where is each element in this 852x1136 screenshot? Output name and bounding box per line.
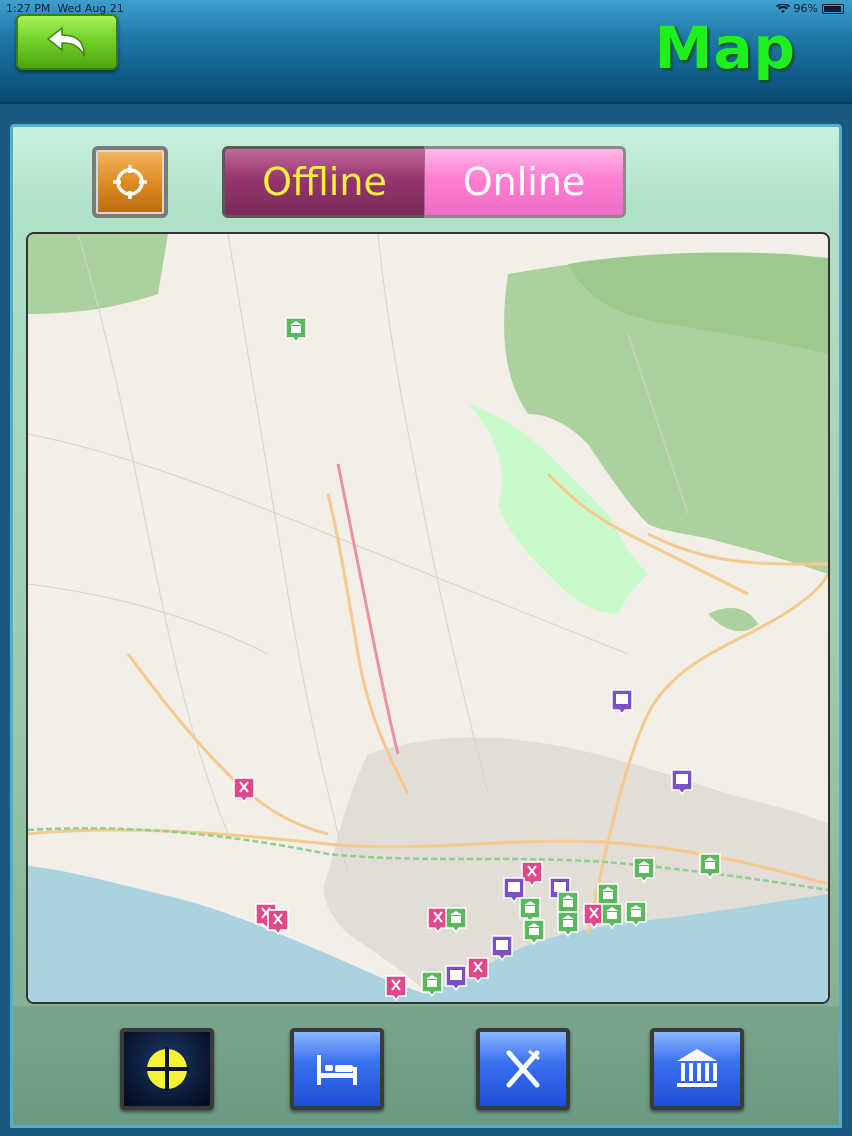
museum-icon: [445, 907, 467, 934]
hotel-bed-icon: [317, 1055, 357, 1085]
hotel-icon: [611, 689, 633, 716]
map-base: [28, 234, 828, 1002]
crosshair-icon: [113, 165, 147, 199]
museum-icon: [285, 317, 307, 344]
hotel-marker[interactable]: [490, 934, 514, 962]
museum-icon: [699, 853, 721, 880]
map-view[interactable]: [26, 232, 830, 1004]
page-title: Map: [654, 14, 796, 82]
hotel-marker[interactable]: [444, 964, 468, 992]
museum-marker[interactable]: [624, 900, 648, 928]
museum-icon: [677, 1049, 717, 1087]
museum-icon: [633, 857, 655, 884]
restaurant-icon: [267, 909, 289, 936]
nav-location-button[interactable]: [120, 1028, 214, 1110]
restaurant-icon: [467, 957, 489, 984]
wifi-icon: [775, 3, 790, 13]
museum-icon: [601, 903, 623, 930]
offline-mode-button[interactable]: Offline: [222, 146, 424, 218]
museum-marker[interactable]: [600, 902, 624, 930]
back-button[interactable]: [16, 14, 118, 70]
museum-marker[interactable]: [698, 852, 722, 880]
museum-marker[interactable]: [632, 856, 656, 884]
museum-icon: [421, 971, 443, 998]
museum-icon: [557, 911, 579, 938]
online-mode-button[interactable]: Online: [424, 146, 626, 218]
nav-museums-button[interactable]: [650, 1028, 744, 1110]
restaurant-cutlery-icon: [506, 1049, 540, 1088]
museum-icon: [523, 919, 545, 946]
locate-button[interactable]: [92, 146, 168, 218]
nav-restaurants-button[interactable]: [476, 1028, 570, 1110]
restaurant-marker[interactable]: [232, 776, 256, 804]
hotel-icon: [671, 769, 693, 796]
restaurant-marker[interactable]: [384, 974, 408, 1002]
restaurant-marker[interactable]: [466, 956, 490, 984]
restaurant-icon: [385, 975, 407, 1002]
app-header: 1:27 PM Wed Aug 21 96% Map: [0, 0, 852, 104]
hotel-marker[interactable]: [610, 688, 634, 716]
battery-percent: 96%: [793, 2, 818, 15]
hotel-icon: [491, 935, 513, 962]
museum-marker[interactable]: [420, 970, 444, 998]
hotel-icon: [445, 965, 467, 992]
hotel-marker[interactable]: [670, 768, 694, 796]
museum-marker[interactable]: [522, 918, 546, 946]
battery-icon: [822, 3, 844, 14]
back-arrow-icon: [46, 26, 85, 58]
museum-icon: [625, 901, 647, 928]
museum-marker[interactable]: [284, 316, 308, 344]
restaurant-icon: [233, 777, 255, 804]
museum-marker[interactable]: [444, 906, 468, 934]
restaurant-marker[interactable]: [266, 908, 290, 936]
museum-marker[interactable]: [556, 910, 580, 938]
location-target-icon: [145, 1047, 189, 1091]
nav-hotels-button[interactable]: [290, 1028, 384, 1110]
